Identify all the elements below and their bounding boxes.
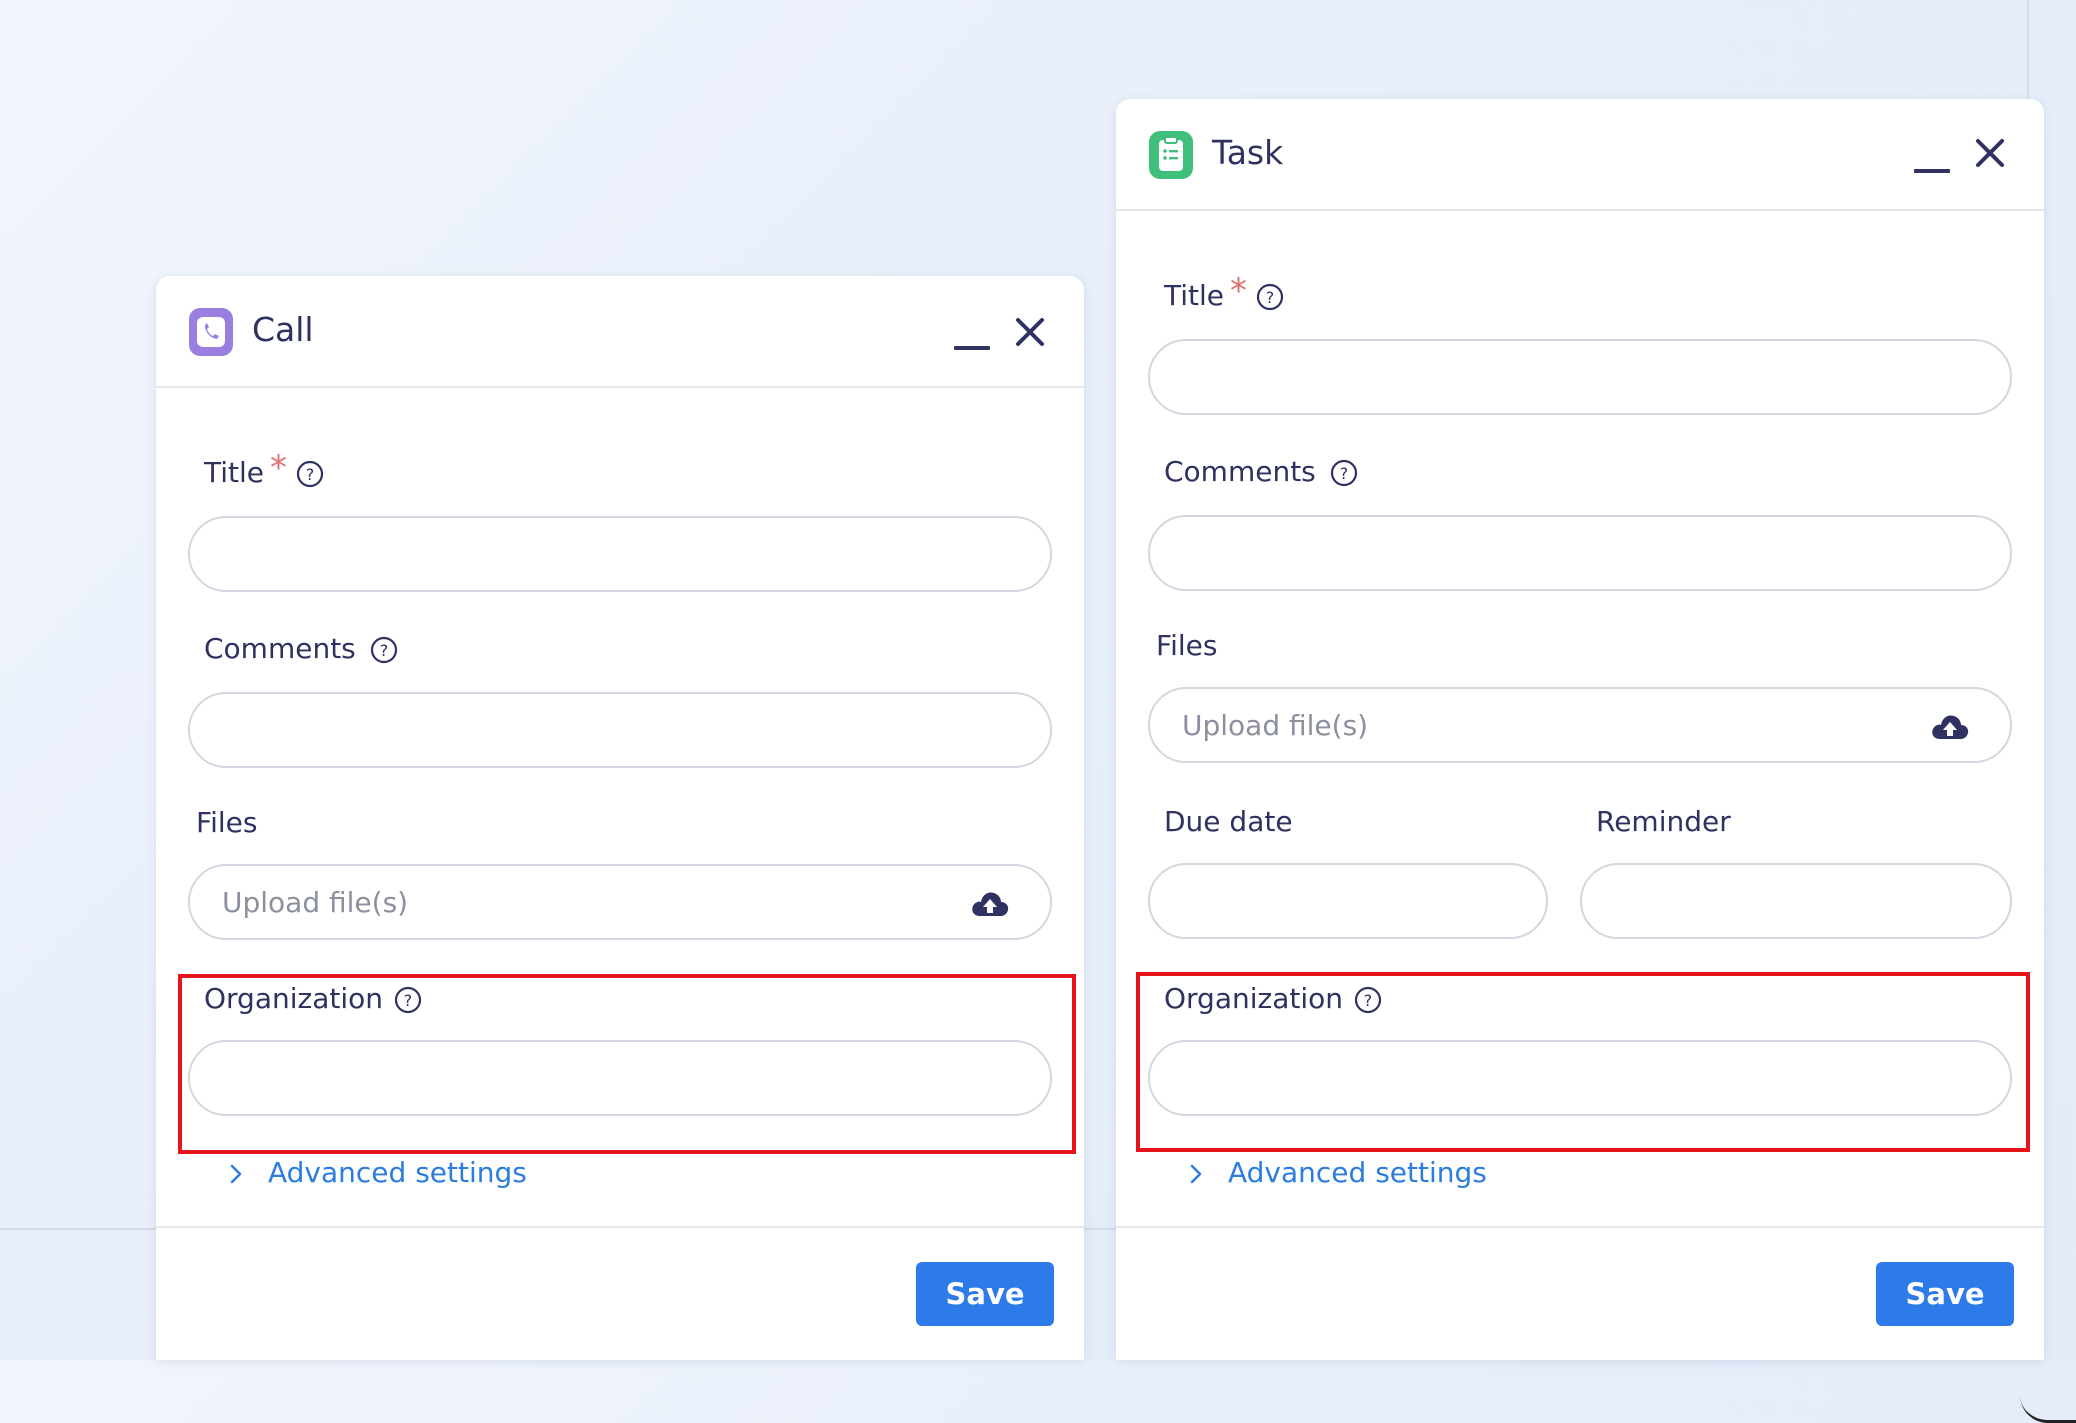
advanced-settings-link[interactable]: Advanced settings bbox=[268, 1156, 527, 1189]
upload-files-field[interactable] bbox=[1148, 687, 2012, 763]
title-label: Title bbox=[204, 456, 265, 489]
title-label: Title bbox=[1164, 279, 1225, 312]
title-field[interactable] bbox=[188, 516, 1052, 592]
chevron-right-icon[interactable] bbox=[1186, 1162, 1206, 1186]
help-icon[interactable]: ? bbox=[370, 636, 398, 664]
svg-text:?: ? bbox=[306, 465, 315, 484]
clipboard-list-icon bbox=[1149, 131, 1193, 179]
comments-input[interactable] bbox=[1150, 517, 2010, 589]
save-button[interactable]: Save bbox=[1876, 1262, 2014, 1326]
due-date-label: Due date bbox=[1164, 805, 1293, 838]
cloud-upload-icon[interactable] bbox=[1930, 711, 1970, 743]
required-mark: * bbox=[1230, 271, 1247, 311]
comments-field[interactable] bbox=[188, 692, 1052, 768]
comments-label: Comments bbox=[204, 632, 356, 665]
svg-text:?: ? bbox=[1340, 464, 1349, 483]
task-panel: Task Title * ? Comments ? Files Du bbox=[1116, 99, 2044, 1360]
close-button[interactable] bbox=[1010, 312, 1050, 352]
organization-highlight-box bbox=[1136, 972, 2030, 1152]
minimize-button[interactable] bbox=[952, 314, 992, 354]
task-panel-header: Task bbox=[1116, 99, 2044, 211]
svg-text:?: ? bbox=[1266, 288, 1275, 307]
save-button[interactable]: Save bbox=[916, 1262, 1054, 1326]
footer-divider bbox=[156, 1226, 1084, 1228]
advanced-settings-link[interactable]: Advanced settings bbox=[1228, 1156, 1487, 1189]
panel-title: Call bbox=[252, 310, 314, 349]
close-icon bbox=[1976, 139, 2004, 167]
help-icon[interactable]: ? bbox=[1330, 459, 1358, 487]
title-input[interactable] bbox=[1150, 341, 2010, 413]
phone-icon bbox=[189, 308, 233, 356]
reminder-label: Reminder bbox=[1596, 805, 1731, 838]
help-icon[interactable]: ? bbox=[296, 460, 324, 488]
cloud-upload-icon[interactable] bbox=[970, 888, 1010, 920]
required-mark: * bbox=[270, 448, 287, 488]
call-panel: Call Title * ? Comments ? Files Or bbox=[156, 276, 1084, 1360]
help-icon[interactable]: ? bbox=[1256, 283, 1284, 311]
files-label: Files bbox=[196, 806, 258, 839]
title-field[interactable] bbox=[1148, 339, 2012, 415]
title-input[interactable] bbox=[190, 518, 1050, 590]
comments-label: Comments bbox=[1164, 455, 1316, 488]
panel-title: Task bbox=[1212, 133, 1284, 172]
files-label: Files bbox=[1156, 629, 1218, 662]
close-icon bbox=[1016, 318, 1044, 346]
upload-files-input[interactable] bbox=[1150, 689, 2010, 761]
reminder-field[interactable] bbox=[1580, 863, 2012, 939]
svg-text:?: ? bbox=[380, 641, 389, 660]
reminder-input[interactable] bbox=[1582, 865, 2010, 937]
minimize-button[interactable] bbox=[1912, 137, 1952, 177]
footer-divider bbox=[1116, 1226, 2044, 1228]
call-panel-header: Call bbox=[156, 276, 1084, 388]
due-date-field[interactable] bbox=[1148, 863, 1548, 939]
organization-highlight-box bbox=[178, 974, 1076, 1154]
upload-files-input[interactable] bbox=[190, 866, 1050, 938]
upload-files-field[interactable] bbox=[188, 864, 1052, 940]
chevron-right-icon[interactable] bbox=[226, 1162, 246, 1186]
comments-field[interactable] bbox=[1148, 515, 2012, 591]
close-button[interactable] bbox=[1970, 133, 2010, 173]
comments-input[interactable] bbox=[190, 694, 1050, 766]
due-date-input[interactable] bbox=[1150, 865, 1546, 937]
